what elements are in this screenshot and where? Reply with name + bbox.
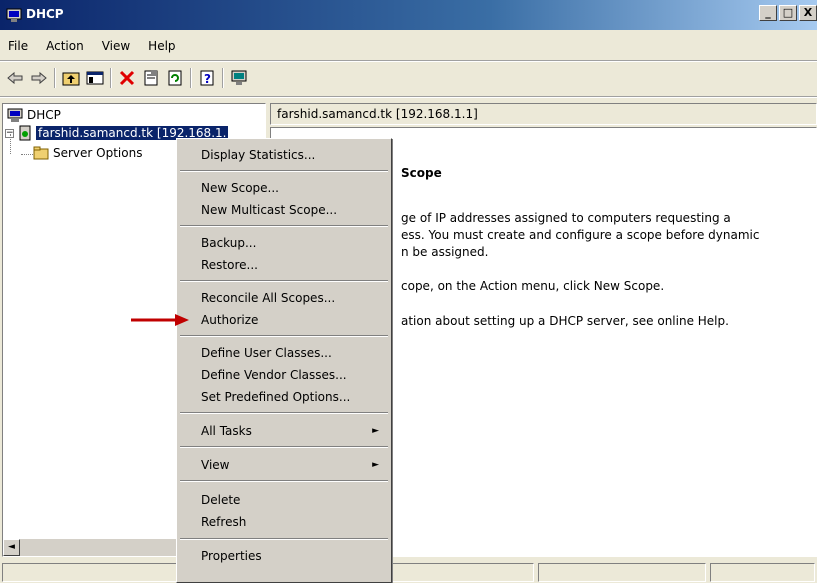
close-button[interactable]: X <box>799 5 817 21</box>
folder-icon <box>33 146 49 160</box>
details-line-1: ge of IP addresses assigned to computers… <box>401 211 731 225</box>
menu-item-define-user-classes[interactable]: Define User Classes... <box>179 342 389 364</box>
details-line-4: cope, on the Action menu, click New Scop… <box>401 279 665 293</box>
menu-item-backup[interactable]: Backup... <box>179 232 389 254</box>
menu-file[interactable]: File <box>0 39 37 53</box>
server-icon <box>19 125 31 141</box>
properties-icon[interactable] <box>140 67 162 89</box>
menu-item-authorize[interactable]: Authorize <box>179 309 389 331</box>
tree-root-dhcp[interactable]: DHCP <box>7 107 61 123</box>
details-heading: Scope <box>401 166 442 180</box>
back-icon[interactable] <box>4 67 26 89</box>
menu-item-refresh[interactable]: Refresh <box>179 511 389 533</box>
delete-icon[interactable] <box>116 67 138 89</box>
submenu-arrow-icon: ► <box>372 426 379 436</box>
menu-item-properties[interactable]: Properties <box>179 545 389 567</box>
menu-item-all-tasks[interactable]: All Tasks ► <box>179 420 389 442</box>
toolbar: ? <box>0 63 817 93</box>
menu-item-view[interactable]: View ► <box>179 454 389 476</box>
show-hide-tree-icon[interactable] <box>84 67 106 89</box>
svg-text:?: ? <box>204 72 211 86</box>
submenu-arrow-icon: ► <box>372 460 379 470</box>
context-menu: Display Statistics... New Scope... New M… <box>176 138 392 583</box>
status-panel-2 <box>538 563 706 582</box>
refresh-icon[interactable] <box>164 67 186 89</box>
menu-item-delete[interactable]: Delete <box>179 489 389 511</box>
menu-action[interactable]: Action <box>37 39 93 53</box>
menu-item-reconcile-all-scopes[interactable]: Reconcile All Scopes... <box>179 287 389 309</box>
up-folder-icon[interactable] <box>60 67 82 89</box>
help-icon[interactable]: ? <box>196 67 218 89</box>
menu-item-new-scope[interactable]: New Scope... <box>179 177 389 199</box>
dhcp-icon <box>7 108 23 122</box>
tree-root-label: DHCP <box>27 108 61 122</box>
details-header: farshid.samancd.tk [192.168.1.1] <box>270 103 817 125</box>
scroll-left-icon[interactable]: ◄ <box>3 539 20 556</box>
maximize-button[interactable]: □ <box>779 5 797 21</box>
minimize-button[interactable]: _ <box>759 5 777 21</box>
forward-icon[interactable] <box>28 67 50 89</box>
toolbar-separator <box>0 96 817 98</box>
menu-item-set-predefined-options[interactable]: Set Predefined Options... <box>179 386 389 408</box>
title-bar: DHCP _ □ X <box>0 0 817 30</box>
menu-item-restore[interactable]: Restore... <box>179 254 389 276</box>
menu-view[interactable]: View <box>93 39 139 53</box>
dhcp-app-icon <box>6 8 22 22</box>
menu-bar: File Action View Help <box>0 34 817 58</box>
menu-item-view-label: View <box>201 458 230 472</box>
tree-item-server-options[interactable]: Server Options <box>33 146 142 160</box>
details-line-3: n be assigned. <box>401 245 489 259</box>
details-line-5: ation about setting up a DHCP server, se… <box>401 314 729 328</box>
menu-item-all-tasks-label: All Tasks <box>201 424 252 438</box>
red-arrow-icon <box>131 314 189 326</box>
menu-separator <box>0 60 817 62</box>
status-panel-3 <box>710 563 815 582</box>
menu-item-display-statistics[interactable]: Display Statistics... <box>179 144 389 166</box>
status-bar <box>0 560 817 583</box>
menu-item-new-multicast-scope[interactable]: New Multicast Scope... <box>179 199 389 221</box>
menu-item-define-vendor-classes[interactable]: Define Vendor Classes... <box>179 364 389 386</box>
computer-icon[interactable] <box>228 67 250 89</box>
tree-server-options-label: Server Options <box>53 146 143 160</box>
window-title: DHCP <box>26 7 64 21</box>
details-line-2: ess. You must create and configure a sco… <box>401 228 760 242</box>
menu-help[interactable]: Help <box>139 39 184 53</box>
